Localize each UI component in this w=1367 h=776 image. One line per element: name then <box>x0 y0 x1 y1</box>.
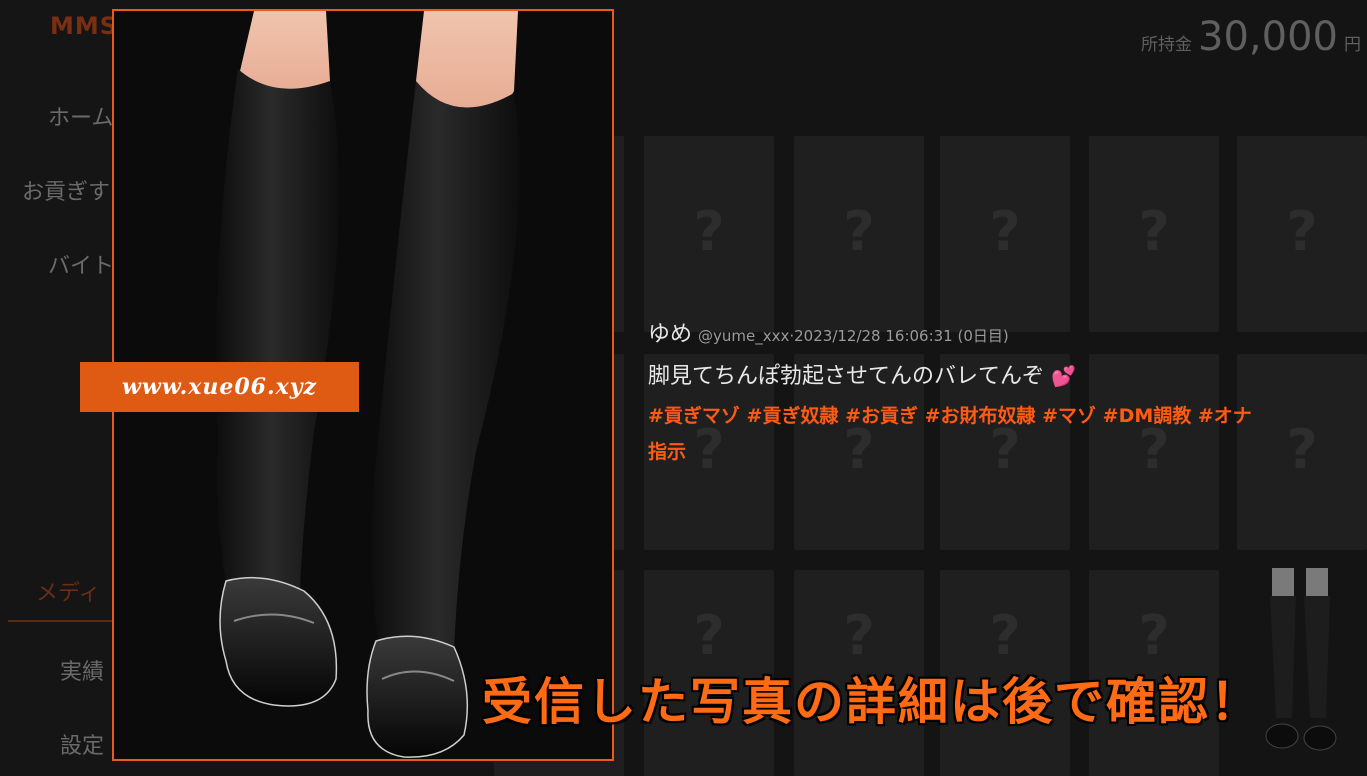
wallet-label: 所持金 <box>1141 35 1193 55</box>
nav-item-job[interactable]: バイト <box>48 248 114 280</box>
wallet-amount: 30,000 <box>1198 14 1338 60</box>
locked-photo-card[interactable]: ? <box>940 136 1070 332</box>
question-mark-icon: ? <box>693 200 725 263</box>
locked-photo-card[interactable]: ? <box>1237 136 1367 332</box>
sender-meta: @yume_xxx·2023/12/28 16:06:31 (0日目) <box>698 327 1009 345</box>
nav-item-tribute[interactable]: お貢ぎす <box>22 174 110 206</box>
post-header: ゆめ @yume_xxx·2023/12/28 16:06:31 (0日目) <box>648 316 1268 348</box>
nav-item-home[interactable]: ホーム <box>48 100 113 132</box>
sender-name: ゆめ <box>648 322 693 347</box>
question-mark-icon: ? <box>843 200 875 263</box>
post-hashtags[interactable]: #貢ぎマゾ #貢ぎ奴隷 #お貢ぎ #お財布奴隷 #マゾ #DM調教 #オナ指示 <box>648 398 1268 470</box>
section-media-label: メディ <box>36 581 101 606</box>
question-mark-icon: ? <box>843 604 875 667</box>
nav-item-achievements[interactable]: 実績 <box>60 654 104 686</box>
locked-photo-card[interactable]: ? <box>644 136 774 332</box>
question-mark-icon: ? <box>693 604 725 667</box>
wallet-display: 所持金 30,000 円 <box>1141 14 1361 60</box>
question-mark-icon: ? <box>1138 604 1170 667</box>
question-mark-icon: ? <box>1138 200 1170 263</box>
watermark-label: www.xue06.xyz <box>80 362 359 412</box>
post-text: 脚見てちんぽ勃起させてんのバレてんぞ <box>648 364 1045 389</box>
message-post: ゆめ @yume_xxx·2023/12/28 16:06:31 (0日目) 脚見… <box>648 316 1268 470</box>
two-hearts-icon: 💕 <box>1051 364 1076 388</box>
post-body: 脚見てちんぽ勃起させてんのバレてんぞ 💕 <box>648 358 1268 390</box>
wallet-unit: 円 <box>1344 35 1361 55</box>
question-mark-icon: ? <box>989 604 1021 667</box>
nav-item-settings[interactable]: 設定 <box>60 728 104 760</box>
tutorial-caption: 受信した写真の詳細は後で確認！ <box>482 673 1262 731</box>
locked-photo-card[interactable]: ? <box>1089 136 1219 332</box>
question-mark-icon: ? <box>1286 200 1318 263</box>
unlocked-photo-thumbnail[interactable] <box>1258 568 1344 758</box>
question-mark-icon: ? <box>989 200 1021 263</box>
locked-photo-card[interactable]: ? <box>794 136 924 332</box>
app-logo: MMS <box>50 12 119 40</box>
